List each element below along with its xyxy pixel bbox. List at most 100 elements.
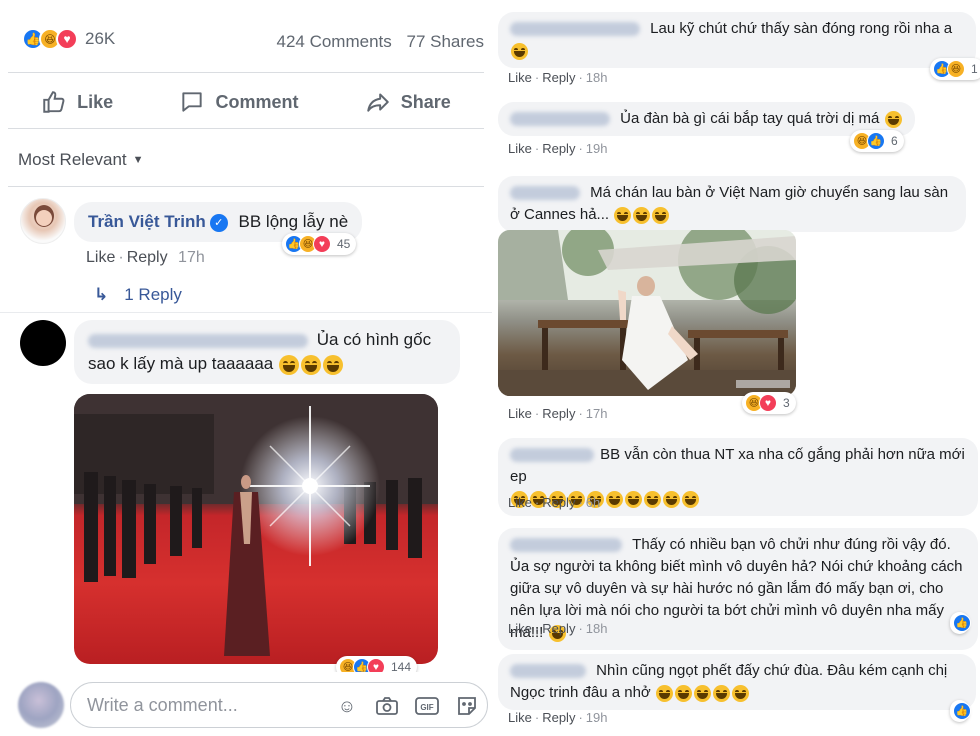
thumbs-up-icon	[43, 91, 65, 113]
comment-sort-dropdown[interactable]: Most Relevant ▼	[18, 150, 144, 170]
gif-icon[interactable]: GIF	[414, 694, 440, 718]
comment-like-link[interactable]: Like	[86, 249, 115, 266]
comment-photo-red-carpet[interactable]	[74, 394, 438, 664]
current-user-avatar[interactable]	[18, 682, 64, 728]
laughing-emoji-icon	[625, 490, 642, 508]
post-action-bar: Like Comment Share	[8, 84, 484, 120]
avatar[interactable]	[20, 198, 66, 244]
blurred-author-name[interactable]	[510, 664, 586, 679]
laughing-emoji-icon	[712, 684, 730, 702]
laughing-emoji-icon	[731, 684, 749, 702]
comment-meta: Like · Reply · 17h	[508, 406, 608, 421]
laughing-emoji-icon	[300, 354, 321, 375]
comment-reactions[interactable]: 👍	[950, 612, 971, 634]
caret-down-icon: ▼	[132, 154, 144, 166]
comment-like-link[interactable]: Like	[508, 70, 532, 85]
like-reaction-icon: 👍	[953, 702, 971, 720]
comment-reply-link[interactable]: Reply	[542, 406, 575, 421]
comment-time[interactable]: 19h	[586, 710, 608, 725]
blurred-author-name[interactable]	[88, 333, 308, 348]
laughing-emoji-icon	[884, 110, 902, 128]
red-carpet-photo-illustration	[74, 394, 438, 656]
comment-like-link[interactable]: Like	[508, 621, 532, 636]
comment-time[interactable]: 18h	[586, 70, 608, 85]
right-comments-panel: Lau kỹ chút chứ thấy sàn đóng rong rồi n…	[494, 0, 980, 736]
reaction-count: 26K	[85, 29, 116, 48]
left-post-panel: 👍 😆 ♥ 26K 424 Comments 77 Shares Like Co…	[0, 0, 492, 736]
share-button[interactable]: Share	[365, 89, 451, 115]
post-stats: 424 Comments 77 Shares	[276, 32, 484, 52]
camera-icon[interactable]	[374, 694, 400, 718]
comment-reply-link[interactable]: Reply	[542, 621, 575, 636]
comment-reply-link[interactable]: Reply	[542, 141, 575, 156]
avatar[interactable]	[20, 320, 66, 366]
comment-reactions[interactable]: 👍	[950, 700, 971, 722]
comment-bubble: Lau kỹ chút chứ thấy sàn đóng rong rồi n…	[498, 12, 976, 68]
comment-bubble: Ủa có hình gốc sao k lấy mà up taaaaaa	[74, 320, 460, 384]
comment-reactions[interactable]: 😆 👍 6	[850, 130, 904, 152]
comment-button-label: Comment	[215, 91, 299, 112]
love-reaction-icon: ♥	[759, 394, 777, 412]
comment-photo-cafe[interactable]	[498, 230, 796, 396]
comment-reply-link[interactable]: Reply	[127, 249, 168, 266]
comment-author[interactable]: Trần Việt Trinh	[88, 212, 206, 231]
blurred-author-name[interactable]	[510, 538, 622, 553]
reaction-number: 1	[971, 62, 978, 76]
blurred-author-name[interactable]	[510, 186, 580, 201]
laughing-emoji-icon	[682, 490, 699, 508]
sticker-icon[interactable]	[454, 694, 480, 718]
cafe-photo-illustration	[498, 230, 796, 396]
like-button-label: Like	[77, 91, 114, 112]
comment-button[interactable]: Comment	[179, 89, 298, 115]
comment-reply-link[interactable]: Reply	[542, 710, 575, 725]
laughing-emoji-icon	[674, 684, 692, 702]
share-button-label: Share	[400, 91, 451, 112]
replies-count: 1 Reply	[124, 285, 182, 304]
comment-reactions[interactable]: 👍 😆 1	[930, 58, 980, 80]
laughing-emoji-icon	[606, 490, 623, 508]
comment-like-link[interactable]: Like	[508, 495, 532, 510]
comment-time[interactable]: 6h	[586, 495, 600, 510]
reaction-number: 6	[891, 134, 898, 148]
comment-reply-link[interactable]: Reply	[542, 495, 575, 510]
comment-time[interactable]: 17h	[586, 406, 608, 421]
divider	[8, 128, 484, 129]
comment-time[interactable]: 18h	[586, 621, 608, 636]
laughing-emoji-icon	[652, 206, 670, 224]
comment-time[interactable]: 19h	[586, 141, 608, 156]
love-reaction-icon: ♥	[56, 28, 78, 50]
comment-bubble: Nhìn cũng ngọt phết đấy chứ đùa. Đâu kém…	[498, 654, 976, 710]
comment-like-link[interactable]: Like	[508, 710, 532, 725]
like-button[interactable]: Like	[41, 89, 113, 115]
laughing-emoji-icon	[511, 42, 528, 60]
comment-input-placeholder: Write a comment...	[87, 694, 238, 715]
comment-text: Ủa đàn bà gì cái bắp tay quá trời dị má	[620, 110, 880, 127]
comment-meta: Like · Reply · 19h	[508, 141, 608, 156]
comment-like-link[interactable]: Like	[508, 406, 532, 421]
view-replies-link[interactable]: ↳ 1 Reply	[94, 285, 182, 305]
comment-count-link[interactable]: 424 Comments	[276, 32, 391, 51]
svg-text:GIF: GIF	[420, 703, 433, 712]
divider	[8, 186, 484, 187]
comment-meta: Like · Reply 17h	[86, 249, 205, 266]
comment-text: Lau kỹ chút chứ thấy sàn đóng rong rồi n…	[650, 20, 953, 37]
like-reaction-icon: 👍	[867, 132, 885, 150]
blurred-author-name[interactable]	[510, 448, 594, 463]
smiley-icon[interactable]: ☺	[334, 694, 360, 718]
comment-time[interactable]: 17h	[178, 249, 205, 266]
comment-reply-link[interactable]: Reply	[542, 70, 575, 85]
reaction-summary[interactable]: 👍 😆 ♥ 26K	[22, 28, 115, 50]
comment-composer: Write a comment... ☺ GIF	[0, 672, 492, 736]
share-count-link[interactable]: 77 Shares	[407, 32, 485, 51]
like-reaction-icon: 👍	[953, 614, 971, 632]
reaction-number: 3	[783, 396, 790, 410]
comment-bubble: Ủa đàn bà gì cái bắp tay quá trời dị má	[498, 102, 915, 136]
share-arrow-icon	[367, 93, 389, 112]
laughing-emoji-icon	[655, 684, 673, 702]
comment-bubble-icon	[182, 92, 203, 112]
comment-reactions[interactable]: 😆 ♥ 3	[742, 392, 796, 414]
comment-reactions[interactable]: 👍 😆 ♥ 45	[282, 233, 357, 255]
comment-like-link[interactable]: Like	[508, 141, 532, 156]
blurred-author-name[interactable]	[510, 22, 640, 37]
blurred-author-name[interactable]	[510, 112, 610, 127]
